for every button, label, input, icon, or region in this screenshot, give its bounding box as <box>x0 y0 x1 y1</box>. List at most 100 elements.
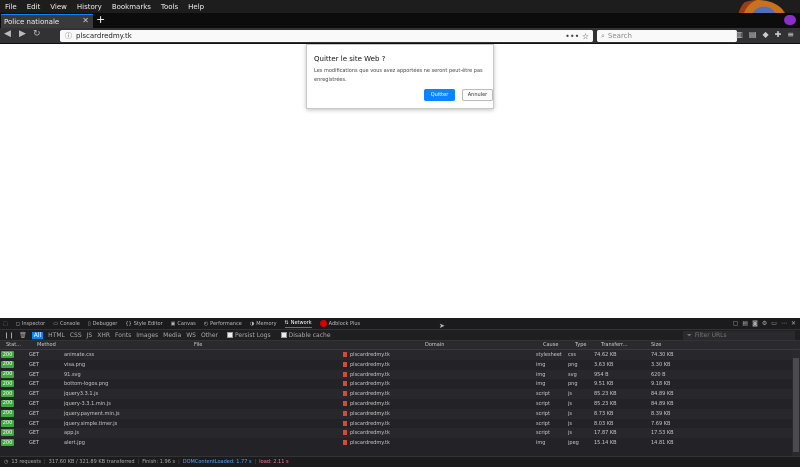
persist-logs-box <box>226 332 233 338</box>
menu-file[interactable]: File <box>5 3 17 11</box>
table-row[interactable]: 200 GET animate.css plscardredmy.tk styleshe… <box>0 350 792 360</box>
col-type[interactable]: Type <box>575 342 586 348</box>
filter-js[interactable]: JS <box>87 332 93 339</box>
request-status-badge: 200 <box>1 370 14 378</box>
bookmark-star-icon[interactable]: ☆ <box>582 32 589 41</box>
filter-media[interactable]: Media <box>163 332 181 339</box>
table-row[interactable]: 200 GET bottom-logos.png plscardredmy.tk img… <box>0 379 792 390</box>
insecure-lock-icon <box>343 352 347 357</box>
request-list-scrollbar[interactable] <box>792 350 800 456</box>
more-options-icon[interactable]: ⋯ <box>781 320 787 327</box>
col-cause[interactable]: Cause <box>543 342 558 348</box>
tab-console-label: Console <box>59 320 80 327</box>
table-row[interactable]: 200 GET jquery-3.3.1.min.js plscardredmy.tk… <box>0 398 792 409</box>
menu-edit[interactable]: Edit <box>27 3 41 11</box>
performance-analysis-icon[interactable]: ◷ <box>4 459 8 465</box>
page-actions-icon[interactable]: ••• <box>565 32 579 41</box>
close-tab-icon[interactable]: ✕ <box>82 16 89 25</box>
filter-fonts[interactable]: Fonts <box>115 332 131 339</box>
trash-icon[interactable]: 🗑 <box>19 332 27 339</box>
site-info-icon[interactable]: ⓘ <box>65 31 72 41</box>
request-size: 3.30 KB <box>651 361 671 368</box>
disable-cache-label: Disable cache <box>288 331 331 339</box>
extension-icon[interactable]: ◆ <box>762 30 768 39</box>
persist-logs-label: Persist Logs <box>234 331 271 339</box>
tab-inspector[interactable]: ◻ Inspector <box>16 321 45 327</box>
dock-icon[interactable]: ▭ <box>771 320 777 327</box>
col-size[interactable]: Size <box>651 342 661 348</box>
request-domain: plscardredmy.tk <box>343 391 390 397</box>
puzzle-icon[interactable]: ✚ <box>775 30 782 39</box>
filter-html[interactable]: HTML <box>48 332 65 339</box>
split-console-icon[interactable]: ▤ <box>742 320 748 327</box>
devtools-toolbar: ⬚ ◻ Inspector ▭ Console ▯ Debugger {} Style … <box>0 318 800 330</box>
network-icon: ⇅ <box>284 319 289 326</box>
responsive-design-icon[interactable]: ▢ <box>733 320 739 327</box>
request-transferred: 85.23 KB <box>594 391 617 398</box>
close-devtools-icon[interactable]: ✕ <box>791 320 796 327</box>
forward-icon[interactable]: ▶ <box>19 29 26 39</box>
filter-other[interactable]: Other <box>201 332 218 339</box>
menu-tools[interactable]: Tools <box>161 3 178 11</box>
table-row[interactable]: 200 GET jquery.payment.min.js plscardredmy.… <box>0 408 792 419</box>
table-row[interactable]: 200 GET jquery3.3.1.js plscardredmy.tk scrip… <box>0 389 792 399</box>
url-bar[interactable]: ⓘ plscardredmy.tk ••• ☆ <box>60 30 593 42</box>
mouse-cursor-icon: ➤ <box>439 322 445 330</box>
filter-css[interactable]: CSS <box>70 332 82 339</box>
tab-network[interactable]: ⇅ Network <box>284 319 312 328</box>
scrollbar-thumb[interactable] <box>793 358 799 452</box>
filter-images[interactable]: Images <box>136 332 158 339</box>
col-file[interactable]: File <box>194 342 202 348</box>
filter-ws[interactable]: WS <box>186 332 196 339</box>
private-mask-icon <box>784 15 796 25</box>
col-method[interactable]: Method <box>37 342 56 348</box>
tab-canvas[interactable]: ▣ Canvas <box>171 321 196 327</box>
menu-bookmarks[interactable]: Bookmarks <box>112 3 151 11</box>
request-domain-text: plscardredmy.tk <box>350 391 390 398</box>
menu-history[interactable]: History <box>77 3 102 11</box>
filter-all[interactable]: All <box>31 331 44 339</box>
filter-xhr[interactable]: XHR <box>97 332 110 339</box>
table-row[interactable]: 200 GET jquery.simple.timer.js plscardredmy… <box>0 418 792 429</box>
persist-logs-checkbox[interactable]: Persist Logs <box>226 331 271 339</box>
search-input[interactable]: ⌕ Search <box>597 30 737 42</box>
sidebar-icon[interactable]: ▤ <box>749 30 757 39</box>
request-type: jpeg <box>568 440 579 447</box>
settings-gear-icon[interactable]: ⚙ <box>762 320 767 327</box>
request-file: jquery3.3.1.js <box>64 391 99 398</box>
new-tab-icon[interactable]: + <box>96 13 106 26</box>
element-picker-icon[interactable]: ⬚ <box>3 321 8 327</box>
tab-performance[interactable]: ◴ Performance <box>204 321 242 327</box>
disable-cache-checkbox[interactable]: Disable cache <box>280 331 331 339</box>
hamburger-menu-icon[interactable]: ≡ <box>787 30 794 39</box>
browser-tab[interactable]: Police nationale ✕ <box>1 14 93 28</box>
request-size: 9.18 KB <box>651 381 671 388</box>
tab-debugger[interactable]: ▯ Debugger <box>88 321 118 327</box>
col-status[interactable]: Stat... <box>6 342 21 348</box>
request-cause: img <box>536 371 546 378</box>
leave-button[interactable]: Quitter <box>424 89 455 101</box>
filter-urls-input[interactable]: ⏷ Filter URLs <box>683 331 795 340</box>
menu-view[interactable]: View <box>50 3 67 11</box>
col-domain[interactable]: Domain <box>425 342 444 348</box>
col-transferred[interactable]: Transferr... <box>601 342 627 348</box>
request-domain: plscardredmy.tk <box>343 440 390 446</box>
menu-help[interactable]: Help <box>188 3 204 11</box>
tab-adblock-plus[interactable]: Adblock Plus <box>319 320 360 327</box>
reload-icon[interactable]: ↻ <box>33 29 41 39</box>
request-status-badge: 200 <box>1 409 14 417</box>
tab-memory[interactable]: ◑ Memory <box>250 321 277 327</box>
table-row[interactable]: 200 GET visa.png plscardredmy.tk img png 3.63 … <box>0 359 792 370</box>
library-icon[interactable]: ▥ <box>735 30 743 39</box>
tab-style-editor[interactable]: {} Style Editor <box>125 321 162 327</box>
network-request-list: 200 GET animate.css plscardredmy.tk styleshe… <box>0 350 792 456</box>
table-row[interactable]: 200 GET app.js plscardredmy.tk script js 17.87… <box>0 428 792 439</box>
pause-icon[interactable]: ❙❙ <box>4 332 14 339</box>
cancel-button[interactable]: Annuler <box>462 89 493 101</box>
back-icon[interactable]: ◀ <box>4 29 11 39</box>
tab-console[interactable]: ▭ Console <box>53 321 80 327</box>
table-row[interactable]: 200 GET alert.jpg plscardredmy.tk img jpeg 15.… <box>0 438 792 448</box>
screenshot-icon[interactable]: ◙ <box>752 320 758 327</box>
insecure-lock-icon <box>343 371 347 377</box>
table-row[interactable]: 200 GET 91.svg plscardredmy.tk img svg 954 B 62… <box>0 369 792 380</box>
